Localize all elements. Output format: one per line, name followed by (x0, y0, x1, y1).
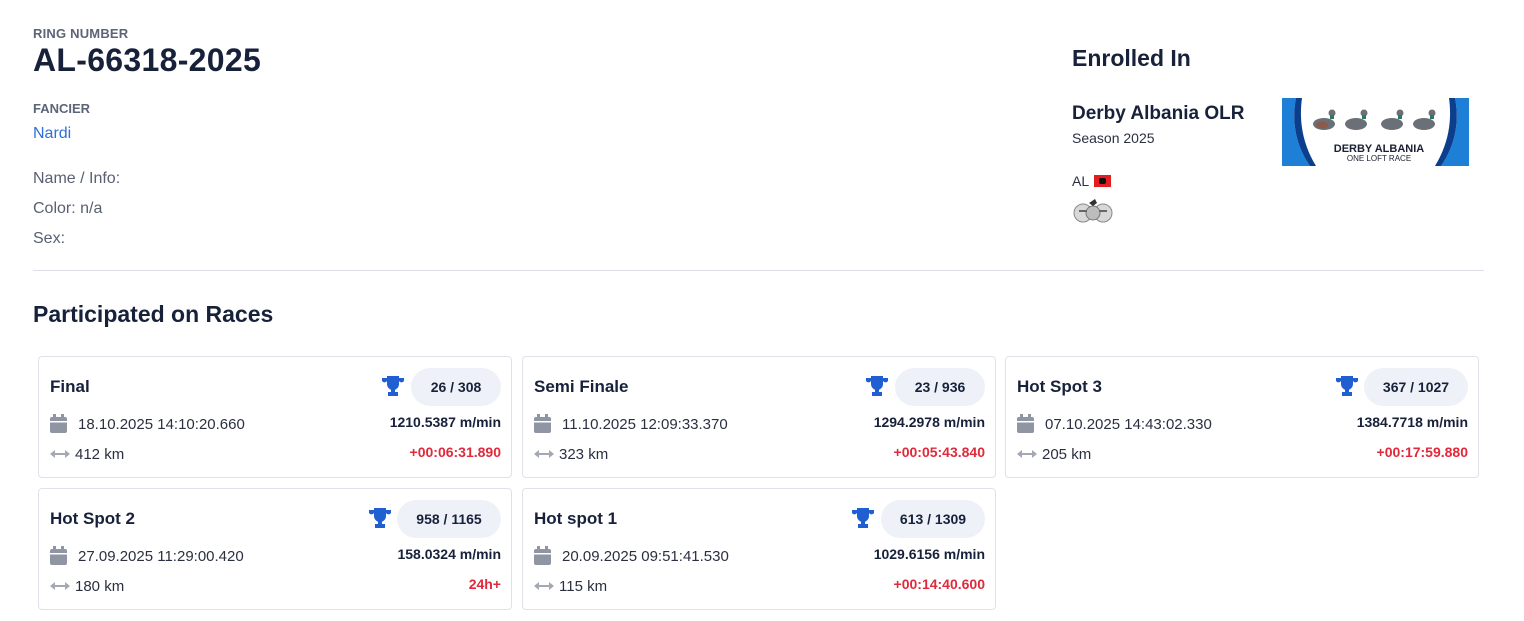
federation-logo-icon (1073, 199, 1113, 223)
race-distance: 412 km (75, 446, 125, 463)
org-season: Season 2025 (1072, 130, 1155, 146)
race-date: 11.10.2025 12:09:33.370 (562, 416, 728, 433)
country: AL (1072, 173, 1112, 189)
trophy-icon (382, 376, 404, 396)
rank-badge: 23 / 936 (895, 368, 985, 406)
calendar-icon (534, 546, 551, 565)
race-name: Semi Finale (534, 377, 629, 396)
race-date: 07.10.2025 14:43:02.330 (1045, 416, 1212, 433)
race-time-diff: +00:05:43.840 (893, 444, 985, 460)
logo-text-sub: ONE LOFT RACE (1347, 154, 1411, 163)
ring-number: AL-66318-2025 (33, 42, 262, 78)
race-distance: 205 km (1042, 446, 1092, 463)
trophy-icon (852, 508, 874, 528)
race-name: Hot Spot 2 (50, 509, 135, 528)
calendar-icon (50, 546, 67, 565)
albania-flag-icon (1094, 175, 1112, 187)
race-speed: 1210.5387 m/min (389, 414, 501, 430)
race-card[interactable]: Hot Spot 2 958 / 1165 27.09.2025 11:29:0… (38, 488, 512, 610)
race-time-diff: +00:14:40.600 (893, 576, 985, 592)
race-time-diff: +00:06:31.890 (409, 444, 501, 460)
race-speed: 1384.7718 m/min (1356, 414, 1468, 430)
race-time-diff: 24h+ (468, 576, 501, 592)
race-name: Final (50, 377, 90, 396)
race-date: 20.09.2025 09:51:41.530 (562, 548, 729, 565)
race-date: 27.09.2025 11:29:00.420 (78, 548, 244, 565)
race-card[interactable]: Final 26 / 308 18.10.2025 14:10:20.660 4… (38, 356, 512, 478)
calendar-icon (50, 414, 67, 433)
distance-arrow-icon (50, 450, 70, 458)
fancier-link[interactable]: Nardi (33, 125, 71, 143)
rank-badge: 958 / 1165 (397, 500, 501, 538)
race-speed: 1294.2978 m/min (873, 414, 985, 430)
races-section-title: Participated on Races (33, 301, 274, 327)
race-time-diff: +00:17:59.880 (1376, 444, 1468, 460)
trophy-icon (369, 508, 391, 528)
rank-badge: 26 / 308 (411, 368, 501, 406)
distance-arrow-icon (534, 582, 554, 590)
sex-line: Sex: (33, 230, 66, 247)
race-speed: 158.0324 m/min (397, 546, 501, 562)
race-name: Hot Spot 3 (1017, 377, 1102, 396)
rank-badge: 613 / 1309 (881, 500, 985, 538)
race-card[interactable]: Semi Finale 23 / 936 11.10.2025 12:09:33… (522, 356, 996, 478)
ring-number-label: RING NUMBER (33, 26, 129, 41)
race-distance: 323 km (559, 446, 609, 463)
race-distance: 115 km (559, 578, 608, 595)
distance-arrow-icon (1017, 450, 1037, 458)
calendar-icon (534, 414, 551, 433)
trophy-icon (866, 376, 888, 396)
derby-albania-logo[interactable]: DERBY ALBANIA ONE LOFT RACE (1282, 98, 1469, 166)
race-distance: 180 km (75, 578, 125, 595)
race-name: Hot spot 1 (534, 509, 618, 528)
fancier-label: FANCIER (33, 101, 91, 116)
rank-badge: 367 / 1027 (1364, 368, 1468, 406)
country-code: AL (1072, 173, 1090, 189)
race-speed: 1029.6156 m/min (873, 546, 985, 562)
race-card[interactable]: Hot spot 1 613 / 1309 20.09.2025 09:51:4… (522, 488, 996, 610)
race-date: 18.10.2025 14:10:20.660 (78, 416, 245, 433)
trophy-icon (1336, 376, 1358, 396)
distance-arrow-icon (534, 450, 554, 458)
color-line: Color: n/a (33, 200, 103, 217)
race-card[interactable]: Hot Spot 3 367 / 1027 07.10.2025 14:43:0… (1005, 356, 1479, 478)
calendar-icon (1017, 414, 1034, 433)
name-info-line: Name / Info: (33, 170, 121, 187)
org-name[interactable]: Derby Albania OLR (1072, 103, 1244, 125)
enrolled-title: Enrolled In (1072, 45, 1191, 71)
distance-arrow-icon (50, 582, 70, 590)
section-divider (33, 270, 1484, 271)
